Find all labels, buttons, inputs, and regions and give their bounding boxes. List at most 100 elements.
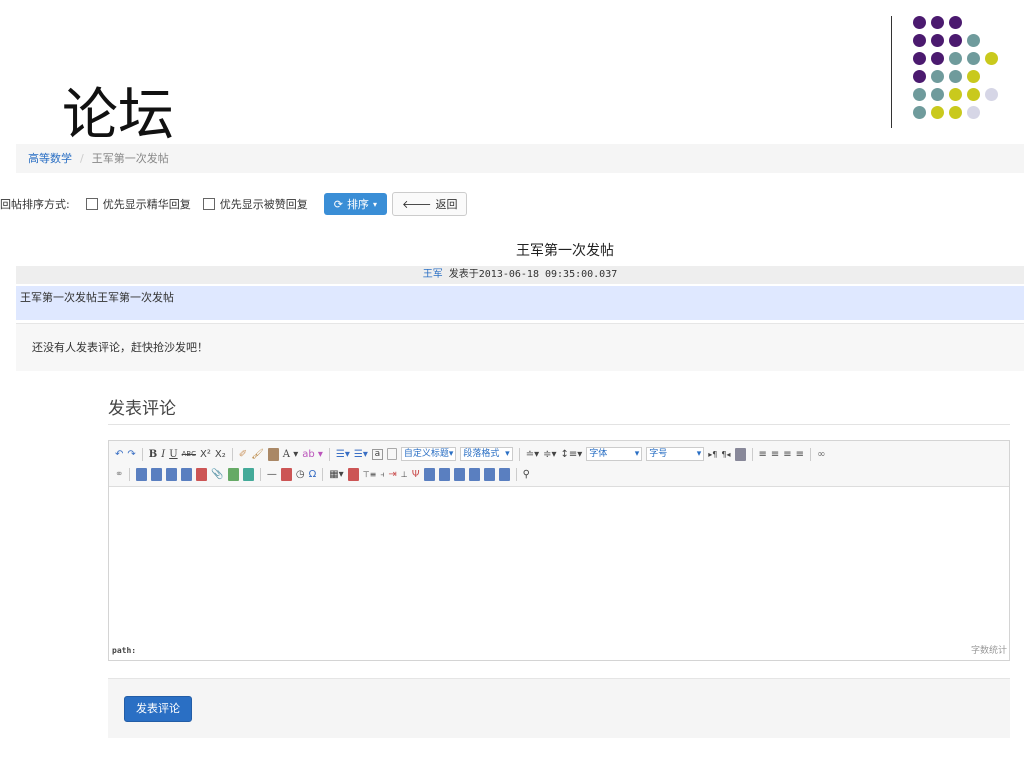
image-right-icon[interactable] xyxy=(166,467,178,481)
insert-map-icon[interactable] xyxy=(242,467,254,481)
split-rows-icon[interactable] xyxy=(483,467,495,481)
font-family-select[interactable]: 字体 ▾ xyxy=(586,447,643,461)
image-left-icon[interactable] xyxy=(151,467,163,481)
toolbar-separator xyxy=(129,467,131,481)
ltr-direction-icon[interactable]: ▸¶ xyxy=(708,448,717,461)
merge-right-icon[interactable] xyxy=(438,467,450,481)
comment-heading: 发表评论 xyxy=(108,399,176,419)
redo-icon[interactable]: ↷ xyxy=(127,448,135,461)
delete-table-icon[interactable] xyxy=(347,467,359,481)
align-center-icon[interactable]: ≡ xyxy=(771,448,779,461)
paste-icon[interactable] xyxy=(267,447,279,461)
toolbar-separator xyxy=(515,467,517,481)
post-author-link[interactable]: 王军 xyxy=(423,269,443,280)
insert-col-icon[interactable]: ⊥ xyxy=(401,468,408,481)
breadcrumb-course-link[interactable]: 高等数学 xyxy=(28,152,72,165)
clear-document-icon[interactable] xyxy=(386,448,397,460)
indent-icon[interactable] xyxy=(734,447,746,461)
checkbox-box[interactable] xyxy=(202,198,215,210)
editor-textarea[interactable] xyxy=(109,487,1009,643)
insert-paragraph-before-table-icon[interactable]: ⊤≡ xyxy=(363,468,377,481)
header-divider xyxy=(891,16,892,128)
eraser-icon[interactable]: ✐ xyxy=(239,448,247,461)
merge-cells-icon[interactable] xyxy=(423,467,435,481)
logo-dot xyxy=(913,34,926,47)
logo-dot xyxy=(913,106,926,119)
paragraph-format-select-label: 段落格式 xyxy=(463,449,500,459)
insert-time-icon[interactable]: ◷ xyxy=(296,468,305,481)
caret-down-icon: ▾ xyxy=(372,199,377,209)
horizontal-rule-icon[interactable]: — xyxy=(267,468,277,481)
back-button[interactable]: 🡐 返回 xyxy=(391,192,468,216)
logo-dot xyxy=(931,16,944,29)
image-center-icon[interactable] xyxy=(181,467,193,481)
sort-button-label: 排序 xyxy=(346,198,369,211)
unlink-icon[interactable]: ⚭ xyxy=(115,468,123,481)
insert-table-icon[interactable]: ▦▾ xyxy=(329,468,343,481)
undo-icon[interactable]: ↶ xyxy=(115,448,123,461)
logo-dot xyxy=(985,88,998,101)
breadcrumb: 高等数学 / 王军第一次发帖 xyxy=(16,144,1024,173)
align-left-icon[interactable]: ≡ xyxy=(759,448,767,461)
split-cells-icon[interactable] xyxy=(468,467,480,481)
arrow-left-icon: 🡐 xyxy=(401,198,432,211)
editor-toolbar: ↶ ↷ B I U ABC X² X₂ ✐ 🖌 A ▾ ab ▾ ☰▾ ☰▾ a… xyxy=(109,441,1009,487)
fullscreen-icon[interactable]: a xyxy=(371,448,383,460)
delete-row-icon[interactable]: ⇥ xyxy=(388,468,396,481)
align-justify-icon[interactable]: ≡ xyxy=(796,448,804,461)
liked-replies-checkbox[interactable]: 优先显示被赞回复 xyxy=(202,196,308,212)
superscript-icon[interactable]: X² xyxy=(200,448,211,461)
toolbar-row-1: ↶ ↷ B I U ABC X² X₂ ✐ 🖌 A ▾ ab ▾ ☰▾ ☰▾ a… xyxy=(113,444,1005,464)
link-icon[interactable]: ∞ xyxy=(817,448,825,461)
logo-dot xyxy=(931,88,944,101)
post-timestamp: 2013-06-18 09:35:00.037 xyxy=(478,269,618,280)
toolbar-separator xyxy=(259,467,261,481)
toolbar-separator xyxy=(518,447,520,461)
sort-button[interactable]: ⟳ 排序 ▾ xyxy=(323,193,387,215)
paragraph-format-select[interactable]: 段落格式 ▾ xyxy=(460,447,513,461)
highlight-color-icon[interactable]: ab ▾ xyxy=(302,448,323,461)
insert-image-icon[interactable] xyxy=(196,467,208,481)
toolbar-separator xyxy=(322,467,324,481)
word-count: 字数统计 xyxy=(970,646,1007,656)
align-right-icon[interactable]: ≡ xyxy=(783,448,791,461)
rtl-direction-icon[interactable]: ¶◂ xyxy=(721,448,730,461)
search-replace-icon[interactable]: ⚲ xyxy=(523,468,530,481)
insert-date-icon[interactable] xyxy=(280,467,292,481)
row-spacing-bottom-icon[interactable]: ≑▾ xyxy=(543,448,556,461)
row-spacing-top-icon[interactable]: ≐▾ xyxy=(526,448,539,461)
italic-icon[interactable]: I xyxy=(161,448,165,461)
font-color-icon[interactable]: A ▾ xyxy=(283,448,298,461)
breadcrumb-separator: / xyxy=(80,152,84,165)
rich-text-editor: ↶ ↷ B I U ABC X² X₂ ✐ 🖌 A ▾ ab ▾ ☰▾ ☰▾ a… xyxy=(108,440,1010,661)
refresh-icon: ⟳ xyxy=(333,197,343,211)
format-brush-icon[interactable]: 🖌 xyxy=(251,448,264,461)
merge-down-icon[interactable] xyxy=(453,467,465,481)
split-cols-icon[interactable] xyxy=(498,467,510,481)
delete-col-icon[interactable]: Ψ xyxy=(412,468,420,481)
custom-title-select[interactable]: 自定义标题 ▾ xyxy=(400,447,457,461)
submit-comment-button[interactable]: 发表评论 xyxy=(124,696,192,722)
logo-dot xyxy=(949,70,962,83)
best-replies-checkbox[interactable]: 优先显示精华回复 xyxy=(85,196,191,212)
bold-icon[interactable]: B xyxy=(149,448,157,461)
attachment-icon[interactable]: 📎 xyxy=(211,468,223,481)
strikethrough-icon[interactable]: ABC xyxy=(182,448,196,461)
sort-label: 回帖排序方式: xyxy=(0,198,70,211)
insert-row-icon[interactable]: ⫞ xyxy=(380,468,384,481)
image-none-icon[interactable] xyxy=(136,467,148,481)
unordered-list-icon[interactable]: ☰▾ xyxy=(354,448,368,461)
ordered-list-icon[interactable]: ☰▾ xyxy=(336,448,350,461)
font-size-select[interactable]: 字号 ▾ xyxy=(646,447,705,461)
checkbox-box[interactable] xyxy=(85,198,98,210)
underline-icon[interactable]: U xyxy=(169,448,177,461)
line-height-icon[interactable]: ↕≡▾ xyxy=(561,448,583,461)
post-content: 王军第一次发帖王军第一次发帖 xyxy=(16,286,1024,320)
subscript-icon[interactable]: X₂ xyxy=(215,448,226,461)
font-size-select-label: 字号 xyxy=(649,449,668,459)
insert-video-icon[interactable] xyxy=(227,467,239,481)
toolbar-separator xyxy=(810,447,812,461)
logo-dot xyxy=(931,70,944,83)
special-chars-icon[interactable]: Ω xyxy=(309,468,317,481)
logo-dot xyxy=(967,106,980,119)
